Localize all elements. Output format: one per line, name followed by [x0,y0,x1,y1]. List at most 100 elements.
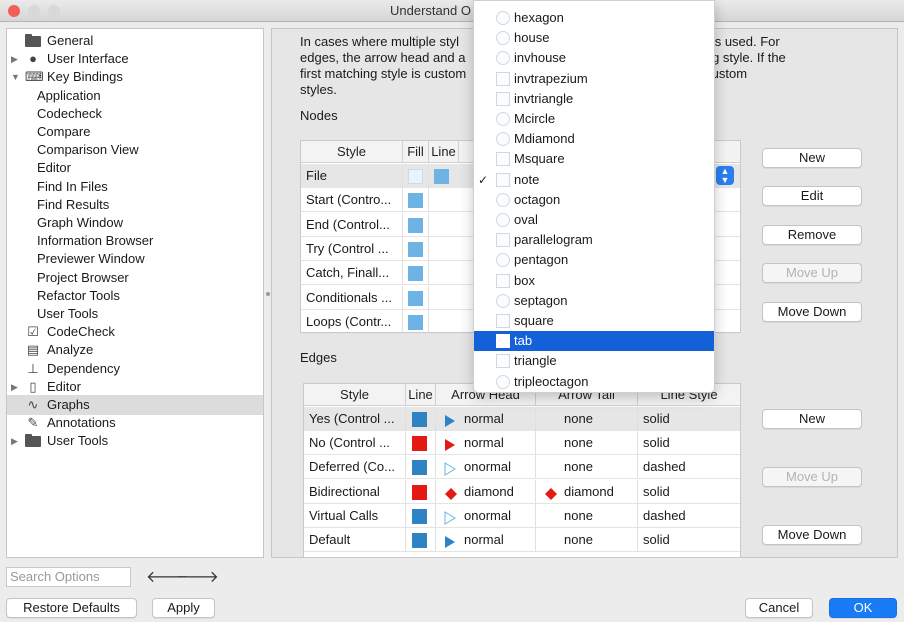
splitter-handle[interactable] [266,292,270,296]
column-header-line[interactable]: Line [406,384,436,406]
line-color-cell[interactable] [406,528,436,552]
arrow-tail-cell[interactable]: none [536,407,638,431]
tree-item[interactable]: ▶ ▯ Editor [7,377,263,397]
disclosure-collapsed-icon[interactable]: ▶ [11,431,21,451]
arrow-tail-cell[interactable]: none [536,503,638,528]
edges-move-up-button[interactable]: Move Up [762,467,862,487]
fill-color-cell[interactable] [403,309,429,334]
line-color-cell[interactable] [406,503,436,528]
line-color-cell[interactable] [429,310,459,334]
shape-option-invtrapezium[interactable]: invtrapezium [474,69,714,89]
edge-style-row[interactable]: Deferred (Co... onormal none dashed [304,455,740,480]
shape-option-triangle[interactable]: triangle [474,351,714,371]
tree-item[interactable]: Graph Window [7,213,263,233]
shape-combo-chevron-icon[interactable]: ▲ ▼ [716,166,734,185]
line-style-cell[interactable]: solid [638,407,740,431]
line-color-cell[interactable] [429,261,459,285]
zoom-window-button[interactable] [48,5,60,17]
arrow-head-cell[interactable]: diamond [436,479,536,504]
edge-style-row[interactable]: No (Control ... normal none solid [304,431,740,456]
shape-option-octagon[interactable]: octagon [474,190,714,210]
shape-option-tripleoctagon[interactable]: tripleoctagon [474,372,714,392]
shape-option-msquare[interactable]: Msquare [474,149,714,169]
tree-item[interactable]: Information Browser [7,231,263,251]
edge-style-row[interactable]: Default normal none solid [304,528,740,552]
shape-option-pentagon[interactable]: pentagon [474,250,714,270]
ok-button[interactable]: OK [829,598,897,618]
line-color-cell[interactable] [429,213,459,237]
arrow-head-cell[interactable]: onormal [436,503,536,528]
arrow-tail-cell[interactable]: none [536,455,638,480]
line-style-cell[interactable]: dashed [638,504,740,528]
arrow-head-cell[interactable]: normal [436,431,536,456]
line-color-cell[interactable] [406,431,436,456]
shape-option-septagon[interactable]: septagon [474,291,714,311]
close-window-button[interactable] [8,5,20,17]
disclosure-collapsed-icon[interactable]: ▶ [11,377,21,397]
line-color-cell[interactable] [406,407,436,431]
column-header-fill[interactable]: Fill [403,141,429,163]
line-color-cell[interactable] [406,479,436,504]
tree-item[interactable]: Find In Files [7,177,263,197]
tree-item[interactable]: Find Results [7,195,263,215]
shape-option-invtriangle[interactable]: invtriangle [474,89,714,109]
disclosure-expanded-icon[interactable]: ▼ [11,67,21,87]
arrow-head-cell[interactable]: onormal [436,455,536,480]
fill-color-cell[interactable] [403,236,429,261]
nodes-remove-button[interactable]: Remove [762,225,862,245]
column-header-style[interactable]: Style [304,384,406,406]
shape-option-mcircle[interactable]: Mcircle [474,109,714,129]
edges-move-down-button[interactable]: Move Down [762,525,862,545]
apply-button[interactable]: Apply [152,598,215,618]
restore-defaults-button[interactable]: Restore Defaults [6,598,137,618]
tree-item[interactable]: Editor [7,158,263,178]
nodes-new-button[interactable]: New [762,148,862,168]
edge-style-row[interactable]: Yes (Control ... normal none solid [304,407,740,431]
line-color-cell[interactable] [429,237,459,261]
fill-color-cell[interactable] [403,261,429,286]
edges-new-button[interactable]: New [762,409,862,429]
arrow-tail-cell[interactable]: none [536,431,638,456]
shape-option-tab[interactable]: tab [474,331,714,352]
line-style-cell[interactable]: dashed [638,455,740,479]
tree-item[interactable]: Codecheck [7,104,263,124]
tree-item[interactable]: Comparison View [7,140,263,160]
tree-item[interactable]: User Tools [7,304,263,324]
shape-option-mdiamond[interactable]: Mdiamond [474,129,714,149]
nodes-edit-button[interactable]: Edit [762,186,862,206]
tree-item[interactable]: ▶ User Tools [7,431,263,451]
arrow-tail-cell[interactable]: none [536,528,638,552]
tree-item[interactable]: ▶ ● User Interface [7,49,263,69]
tree-item[interactable]: Previewer Window [7,249,263,269]
tree-item[interactable]: ⊥ Dependency [7,359,263,379]
line-color-cell[interactable] [429,164,459,188]
search-options-input[interactable]: Search Options [6,567,131,587]
nodes-move-up-button[interactable]: Move Up [762,263,862,283]
tree-item[interactable]: ▼ ⌨ Key Bindings [7,67,263,87]
node-shape-dropdown[interactable]: hexagon house invhouse invtrapezium invtrian… [473,0,715,393]
arrow-tail-cell[interactable]: diamond [536,479,638,504]
tree-item[interactable]: Application [7,86,263,106]
disclosure-collapsed-icon[interactable]: ▶ [11,49,21,69]
line-color-cell[interactable] [429,188,459,212]
line-style-cell[interactable]: solid [638,528,740,552]
tree-item[interactable]: ☑ CodeCheck [7,322,263,342]
tree-item[interactable]: ∿ Graphs [7,395,263,415]
fill-color-cell[interactable] [403,212,429,237]
line-color-cell[interactable] [429,286,459,310]
tree-item[interactable]: Refactor Tools [7,286,263,306]
shape-option-oval[interactable]: oval [474,210,714,230]
shape-option-house[interactable]: house [474,28,714,48]
fill-color-cell[interactable] [403,164,429,188]
forward-arrow-icon[interactable]: 🡒 [176,566,219,587]
shape-option-square[interactable]: square [474,311,714,331]
arrow-head-cell[interactable]: normal [436,407,536,431]
fill-color-cell[interactable] [403,285,429,310]
shape-option-note[interactable]: ✓ note [474,170,714,190]
column-header-line[interactable]: Line [429,141,459,163]
tree-item[interactable]: Project Browser [7,268,263,288]
cancel-button[interactable]: Cancel [745,598,813,618]
shape-option-invhouse[interactable]: invhouse [474,48,714,68]
tree-item[interactable]: ▤ Analyze [7,340,263,360]
tree-item[interactable]: General [7,31,263,51]
